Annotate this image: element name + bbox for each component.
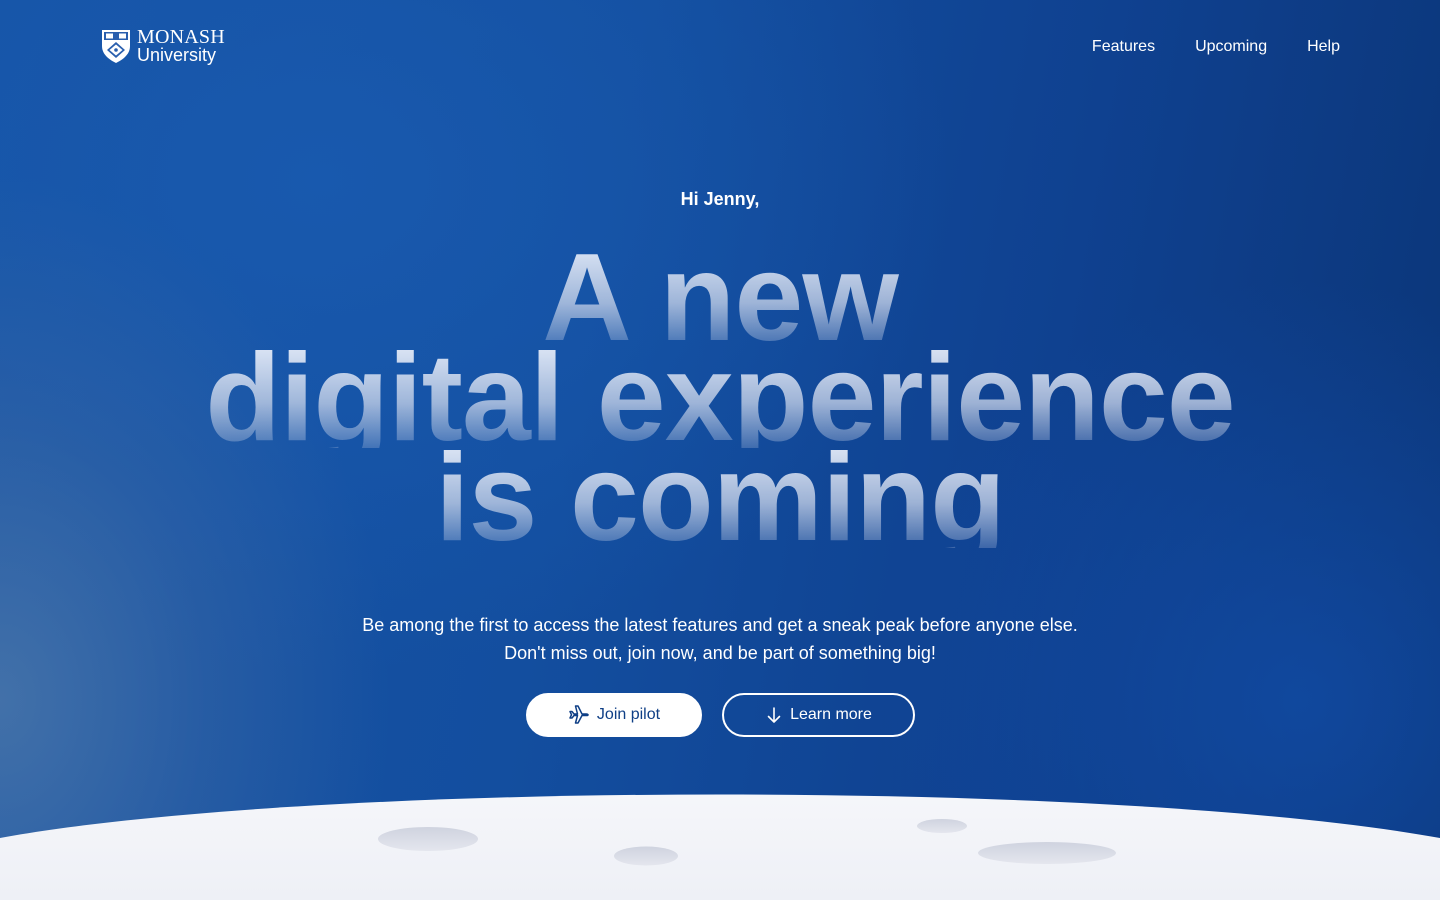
subtitle-line-1: Be among the first to access the latest … [362,615,1078,635]
nav-link-features[interactable]: Features [1092,38,1155,56]
hero-headline: A new digital experience is coming [0,236,1440,560]
crater [378,827,478,851]
hero-subtitle: Be among the first to access the latest … [0,611,1440,667]
logo-wordmark-top: MONASH [137,26,225,48]
arrow-down-icon [767,707,781,723]
learn-more-label: Learn more [790,706,872,723]
nav-link-upcoming[interactable]: Upcoming [1195,38,1267,56]
hero-actions: Join pilot Learn more [0,693,1440,737]
greeting: Hi Jenny, [680,189,760,209]
nav-link-help[interactable]: Help [1307,38,1340,56]
crater [978,842,1116,864]
airplane-icon [569,705,589,724]
learn-more-button[interactable]: Learn more [721,693,915,737]
crater [614,846,678,866]
main-nav: Features Upcoming Help [1092,38,1340,56]
monash-crest-icon [102,29,130,63]
subtitle-line-2: Don't miss out, join now, and be part of… [504,643,936,663]
crater [917,819,967,833]
site-header: MONASH University Features Upcoming Help [0,0,1440,96]
monash-logo[interactable]: MONASH University [100,27,225,64]
join-pilot-label: Join pilot [596,706,661,723]
logo-wordmark-bottom: University [137,45,217,65]
join-pilot-button[interactable]: Join pilot [525,693,702,737]
